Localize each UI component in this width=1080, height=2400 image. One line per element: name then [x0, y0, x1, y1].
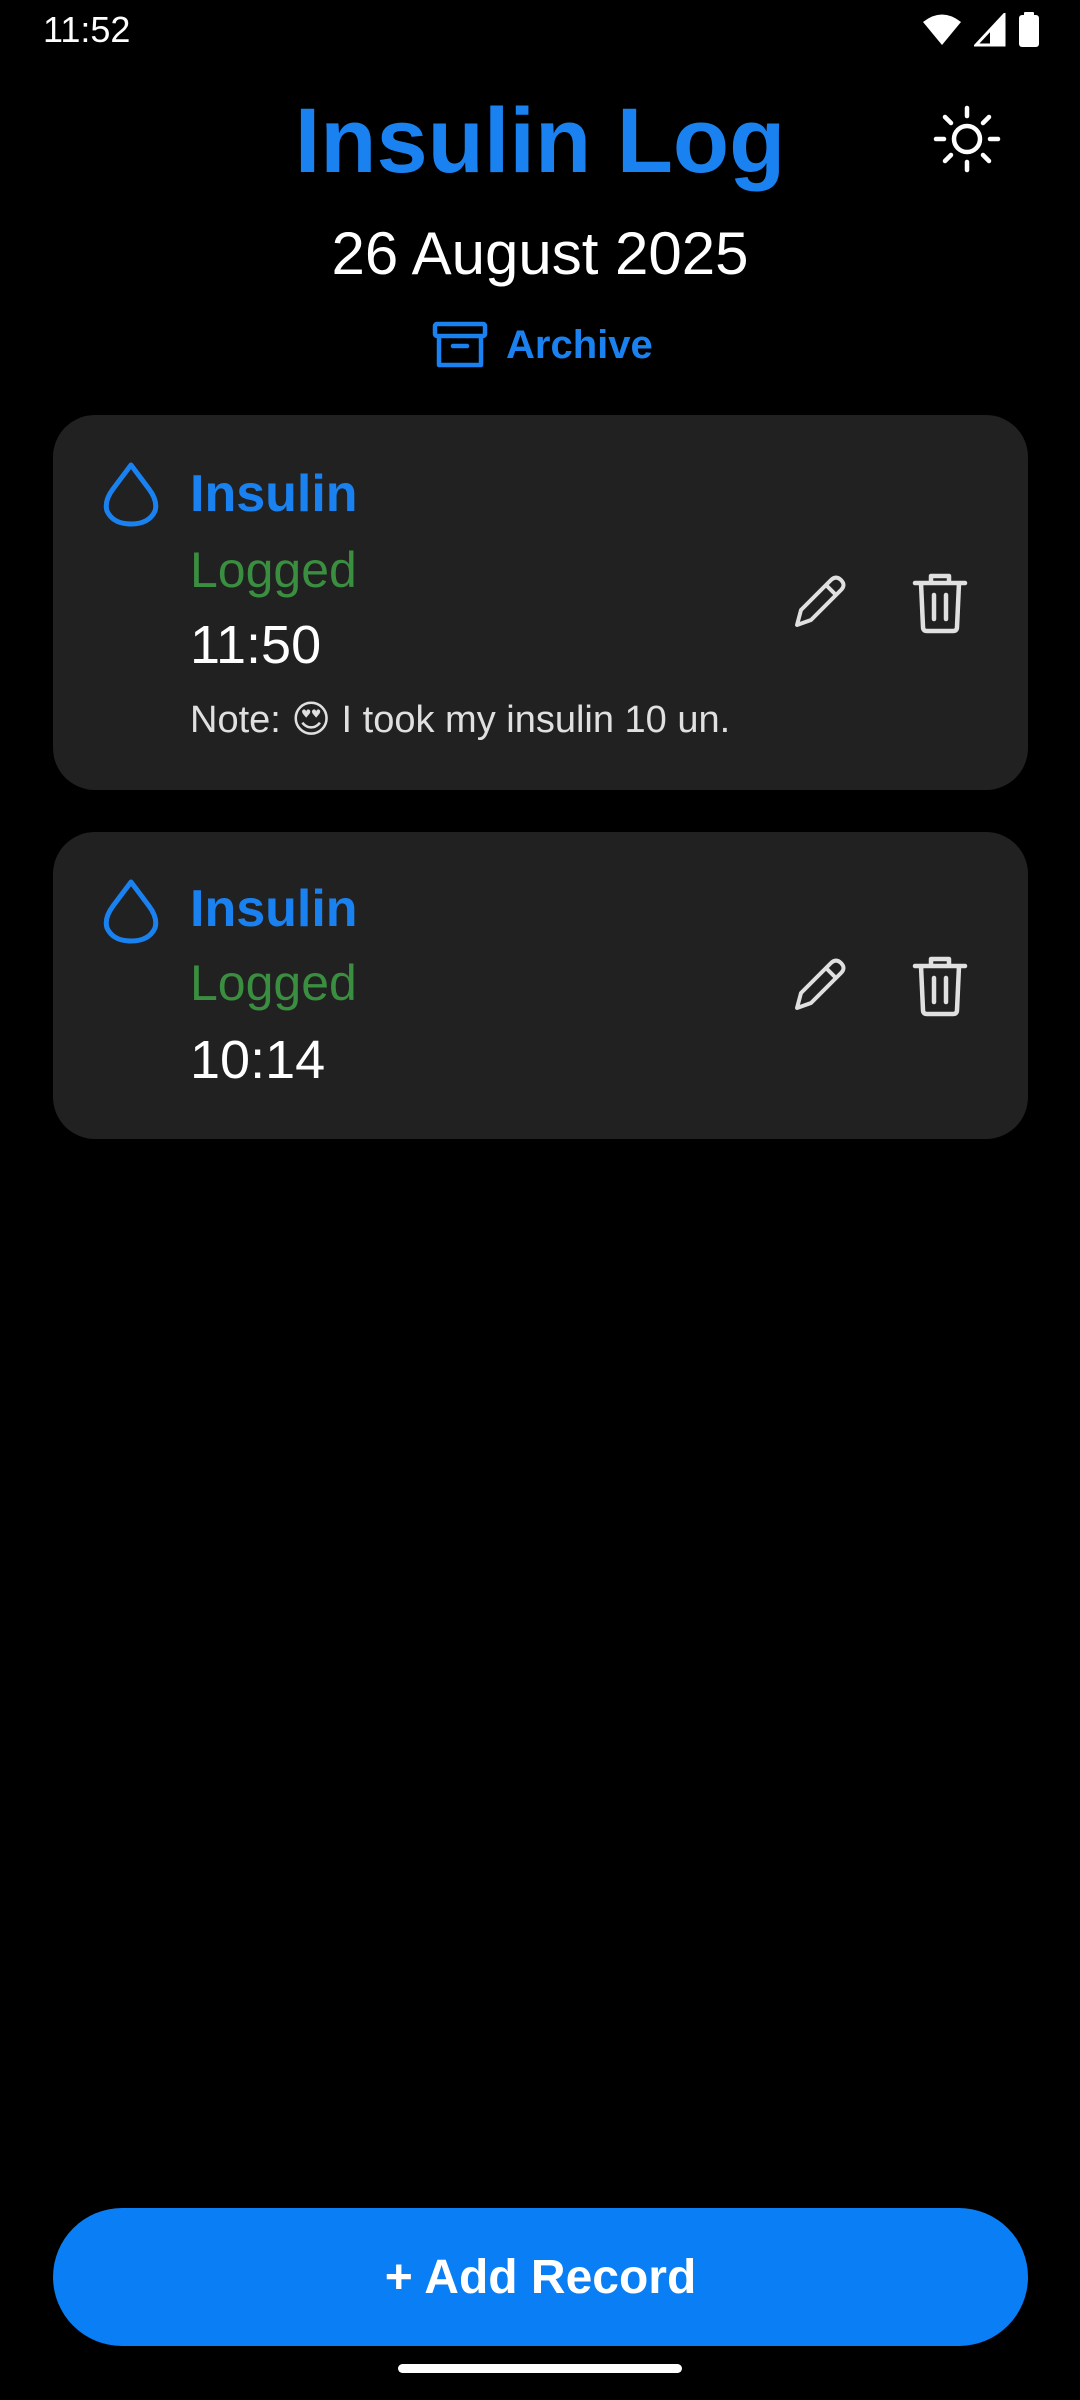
record-time: 11:50: [190, 615, 322, 675]
cellular-signal-icon: [974, 13, 1006, 47]
record-card: Insulin Logged 11:50 Note: 😍 I took my i…: [53, 415, 1028, 790]
app-title: Insulin Log: [294, 90, 786, 192]
screen: 11:52 Insulin Log 26 August 2025 Archive…: [0, 0, 1080, 2400]
record-card: Insulin Logged 10:14: [53, 832, 1028, 1139]
status-bar-time: 11:52: [43, 9, 131, 50]
battery-icon: [1019, 12, 1039, 47]
record-status: Logged: [190, 955, 357, 1011]
pencil-icon[interactable]: [783, 950, 853, 1020]
record-time: 10:14: [190, 1030, 326, 1090]
drop-icon: [103, 462, 159, 527]
record-title: Insulin: [190, 465, 358, 523]
wifi-icon: [923, 14, 961, 45]
pencil-icon[interactable]: [783, 567, 853, 637]
record-note: Note: 😍 I took my insulin 10 un.: [190, 699, 731, 741]
home-indicator[interactable]: [398, 2364, 682, 2373]
archive-label: Archive: [506, 322, 653, 367]
drop-icon: [103, 879, 159, 944]
current-date: 26 August 2025: [331, 220, 749, 287]
archive-button[interactable]: Archive: [432, 318, 653, 372]
record-title: Insulin: [190, 880, 358, 938]
sun-icon[interactable]: [932, 104, 1002, 174]
trash-icon[interactable]: [905, 567, 975, 637]
archive-icon: [432, 321, 488, 368]
status-bar-icons: [922, 12, 1040, 48]
add-record-button[interactable]: + Add Record: [53, 2208, 1028, 2346]
trash-icon[interactable]: [905, 950, 975, 1020]
record-status: Logged: [190, 542, 357, 598]
